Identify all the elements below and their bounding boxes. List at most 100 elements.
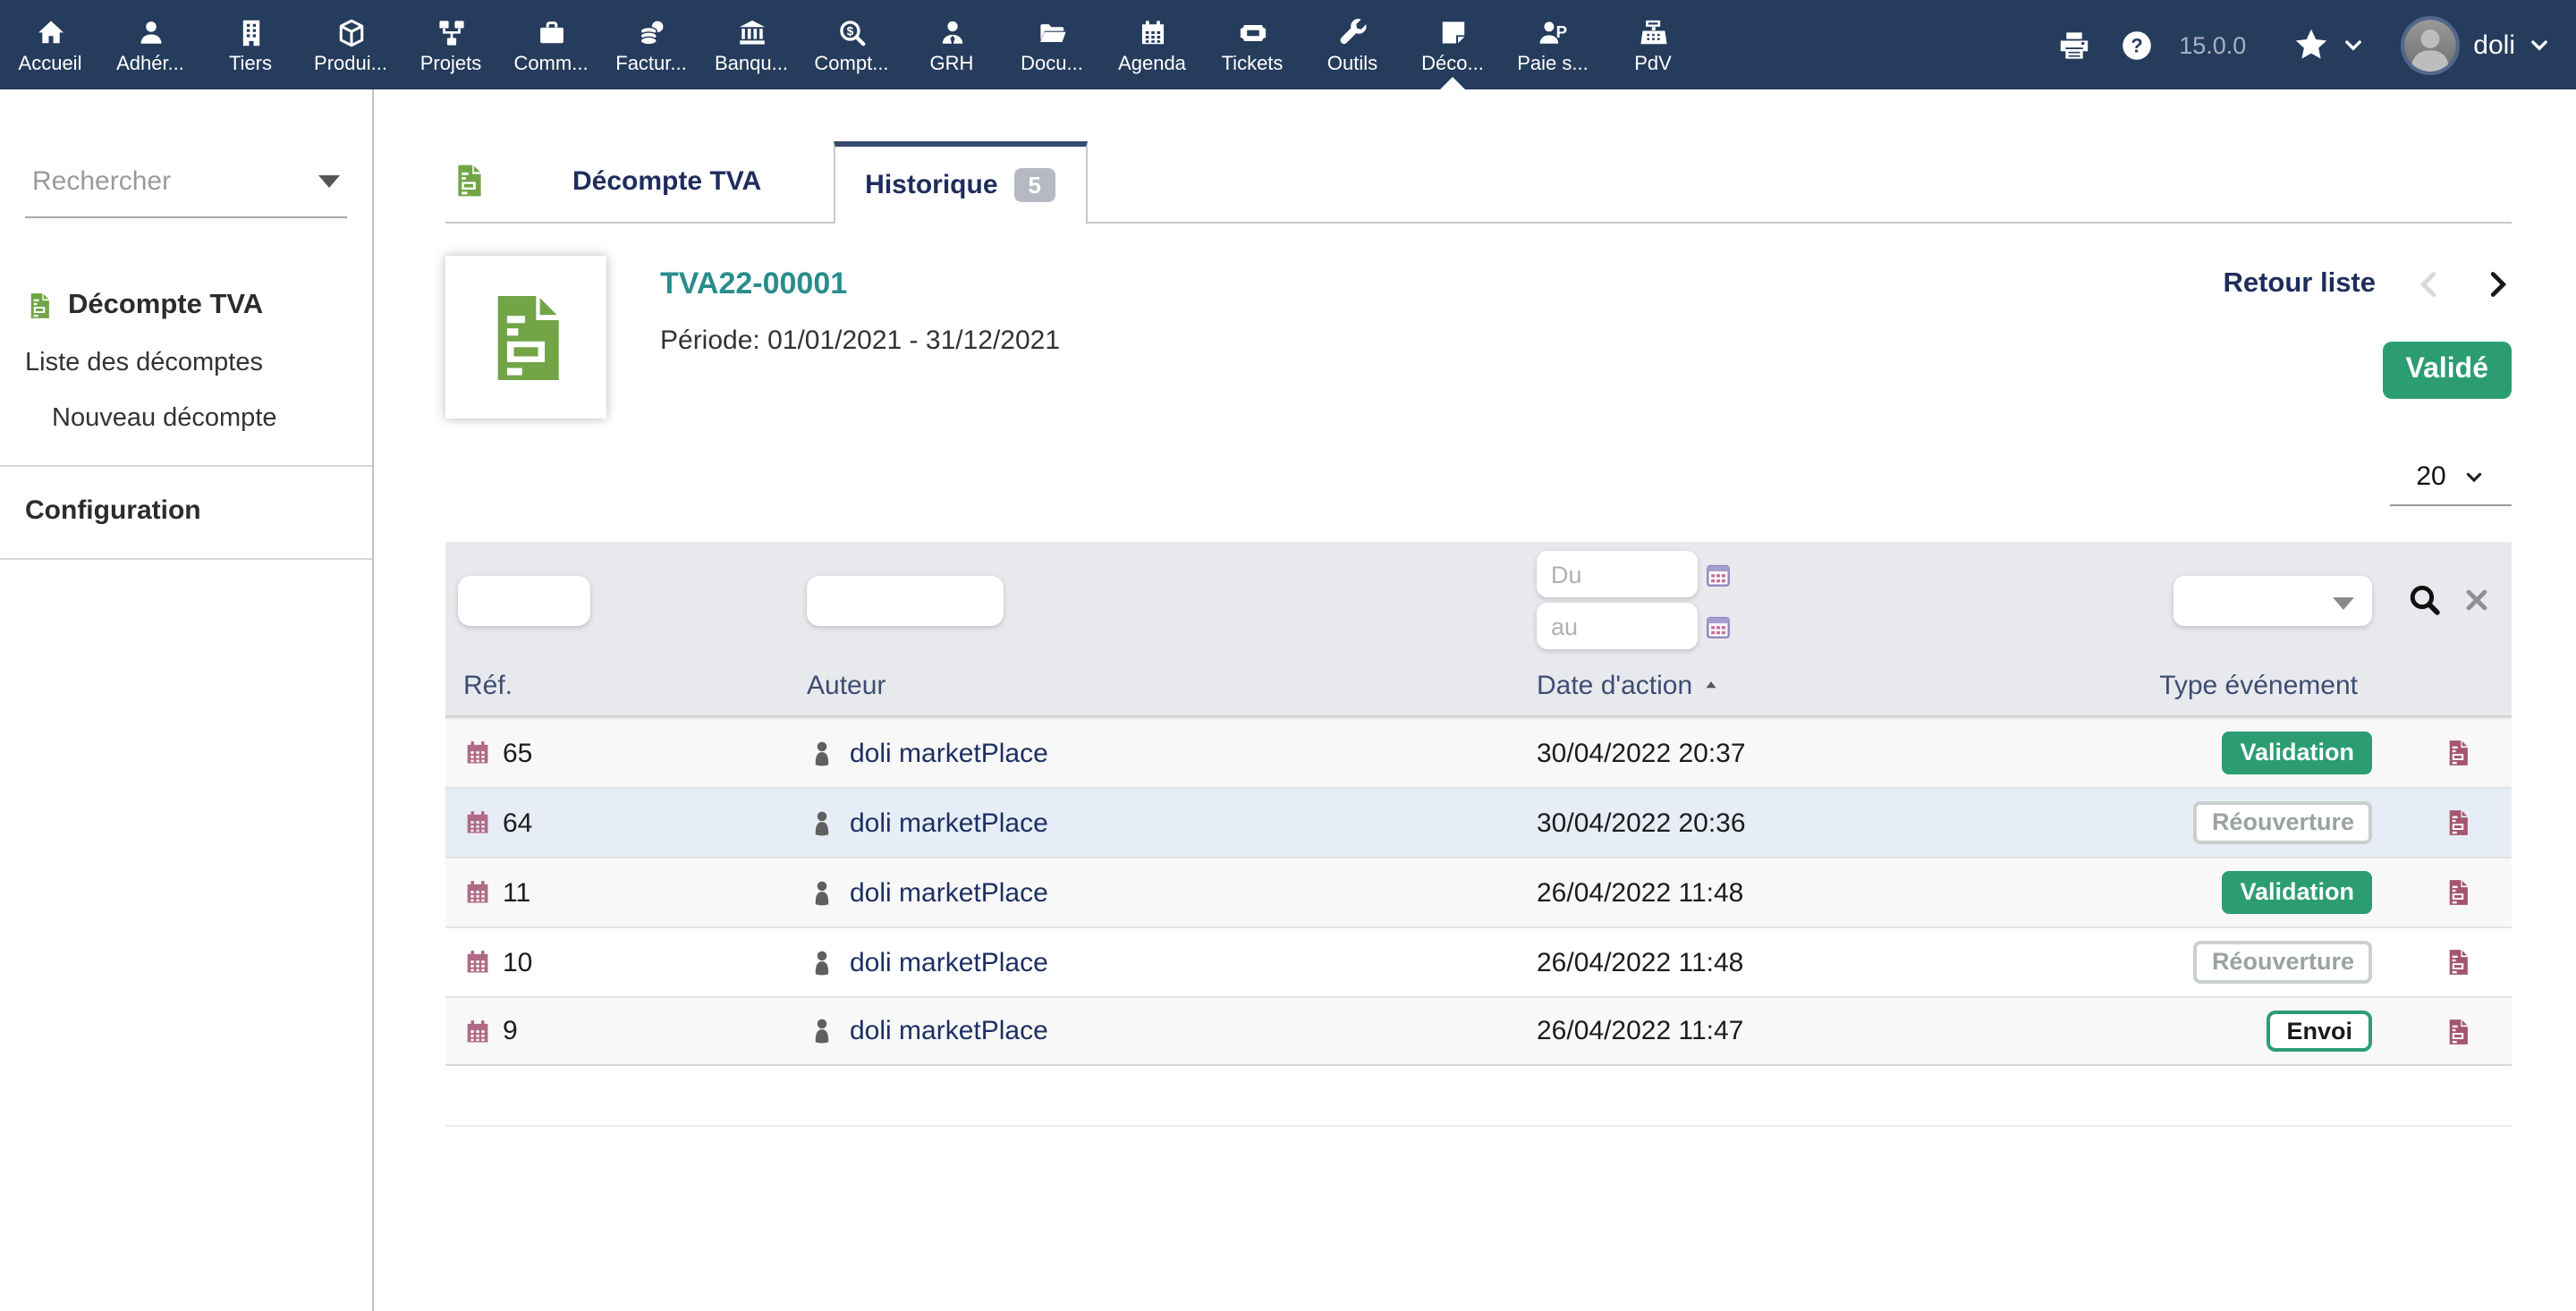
nav-item-label: PdV <box>1634 54 1672 75</box>
object-photo-tile <box>445 256 606 419</box>
nav-item-label: Factur... <box>615 54 687 75</box>
datepicker-to-icon[interactable] <box>1705 613 1732 639</box>
printer-icon[interactable] <box>2057 28 2091 62</box>
doc-cell <box>2404 948 2512 977</box>
nav-item-cube[interactable]: Produi... <box>301 0 401 89</box>
column-header-ref[interactable]: Réf. <box>445 671 800 701</box>
action-date: 30/04/2022 20:36 <box>1537 808 1966 838</box>
tab-historique[interactable]: Historique 5 <box>833 141 1088 224</box>
column-header-auteur[interactable]: Auteur <box>800 671 1537 701</box>
search-input[interactable] <box>29 165 297 199</box>
doc-cell <box>2404 878 2512 907</box>
ref-value: 64 <box>503 808 532 838</box>
nav-item-home[interactable]: Accueil <box>0 0 100 89</box>
nav-item-project[interactable]: Projets <box>401 0 501 89</box>
author-link[interactable]: doli marketPlace <box>850 877 1048 908</box>
nav-item-calendar[interactable]: Agenda <box>1102 0 1202 89</box>
search-dropdown-caret-icon[interactable] <box>318 175 340 188</box>
document-icon[interactable] <box>2444 878 2472 907</box>
action-date: 30/04/2022 20:37 <box>1537 738 1966 768</box>
filter-date-to-input[interactable] <box>1537 603 1698 649</box>
sidebar-item-liste-des-decomptes[interactable]: Liste des décomptes <box>25 349 347 377</box>
sort-asc-icon[interactable] <box>1701 676 1721 696</box>
event-type-badge: Réouverture <box>2194 802 2372 844</box>
filter-author-input[interactable] <box>807 575 1004 625</box>
document-icon[interactable] <box>2444 948 2472 977</box>
nav-item-searchdollar[interactable]: Compt... <box>801 0 902 89</box>
filter-ref-input[interactable] <box>458 575 590 625</box>
author-link[interactable]: doli marketPlace <box>850 738 1048 768</box>
filter-event-type-select[interactable] <box>2174 575 2372 625</box>
help-icon[interactable] <box>2120 28 2154 62</box>
bookmark-chevron-down-icon[interactable] <box>2341 33 2364 56</box>
search-icon[interactable] <box>2408 583 2442 617</box>
nav-item-icon <box>1237 18 1267 48</box>
table-row[interactable]: 65 doli marketPlace 30/04/2022 20:37 Val… <box>445 717 2512 787</box>
history-table: Réf. Auteur Date d'action Type événement… <box>445 542 2512 1066</box>
author-cell: doli marketPlace <box>800 808 1537 838</box>
navbar-right: 15.0.0 doli <box>2057 0 2576 89</box>
nav-item-folder[interactable]: Docu... <box>1002 0 1102 89</box>
ref-value: 11 <box>503 877 530 908</box>
nav-item-member[interactable]: Adhér... <box>100 0 200 89</box>
document-icon[interactable] <box>2444 808 2472 837</box>
back-to-list-link[interactable]: Retour liste <box>2223 268 2376 300</box>
nav-item-register[interactable]: PdV <box>1603 0 1703 89</box>
table-row[interactable]: 10 doli marketPlace 26/04/2022 11:48 Réo… <box>445 926 2512 996</box>
nav-item-label: Agenda <box>1118 54 1186 75</box>
datepicker-from-icon[interactable] <box>1705 561 1732 588</box>
next-record-icon[interactable] <box>2483 270 2512 299</box>
sidebar-item-nouveau-decompte[interactable]: Nouveau décompte <box>25 404 347 433</box>
column-header-type-evenement[interactable]: Type événement <box>1966 671 2404 701</box>
document-icon[interactable] <box>2444 739 2472 767</box>
nav-item-icon <box>936 18 967 48</box>
tab-decompte-tva[interactable]: Décompte TVA <box>519 141 815 222</box>
ref-cell: 9 <box>445 1016 800 1046</box>
filter-date-from-input[interactable] <box>1537 551 1698 597</box>
doc-cell <box>2404 1017 2512 1045</box>
author-cell: doli marketPlace <box>800 738 1537 768</box>
nav-item-note[interactable]: Déco... <box>1402 0 1503 89</box>
nav-item-bank[interactable]: Banqu... <box>701 0 801 89</box>
avatar-image <box>2403 19 2455 71</box>
nav-item-usertie[interactable]: GRH <box>902 0 1002 89</box>
nav-item-icon <box>1437 18 1468 48</box>
tab-bar: Décompte TVA Historique 5 <box>445 140 2512 224</box>
event-type-badge: Validation <box>2222 872 2372 914</box>
nav-item-ticket[interactable]: Tickets <box>1202 0 1302 89</box>
table-body: 65 doli marketPlace 30/04/2022 20:37 Val… <box>445 717 2512 1066</box>
sidebar-section-heading: Décompte TVA <box>25 290 347 322</box>
nav-item-icon <box>736 18 767 48</box>
table-row[interactable]: 9 doli marketPlace 26/04/2022 11:47 Envo… <box>445 996 2512 1066</box>
filter-actions <box>2404 583 2512 617</box>
user-avatar[interactable] <box>2400 15 2459 74</box>
table-row[interactable]: 11 doli marketPlace 26/04/2022 11:48 Val… <box>445 857 2512 926</box>
author-cell: doli marketPlace <box>800 877 1537 908</box>
author-link[interactable]: doli marketPlace <box>850 1016 1048 1046</box>
clear-filters-icon[interactable] <box>2463 587 2490 613</box>
nav-item-briefcase[interactable]: Comm... <box>501 0 601 89</box>
nav-item-coins[interactable]: Factur... <box>601 0 701 89</box>
user-silhouette-icon <box>807 1016 837 1046</box>
nav-item-building[interactable]: Tiers <box>200 0 301 89</box>
sidebar-item-configuration[interactable]: Configuration <box>25 495 347 526</box>
author-link[interactable]: doli marketPlace <box>850 947 1048 977</box>
table-row[interactable]: 64 doli marketPlace 30/04/2022 20:36 Réo… <box>445 787 2512 857</box>
nav-item-userp[interactable]: Paie s... <box>1503 0 1603 89</box>
column-header-date-action[interactable]: Date d'action <box>1537 671 1966 701</box>
bookmark-star-icon[interactable] <box>2292 27 2328 63</box>
object-ref[interactable]: TVA22-00001 <box>660 266 1060 302</box>
left-sidebar: Décompte TVA Liste des décomptes Nouveau… <box>0 89 374 1311</box>
user-silhouette-icon <box>807 877 837 908</box>
document-icon[interactable] <box>2444 1017 2472 1045</box>
page-size-select[interactable]: 20 <box>2390 456 2512 506</box>
nav-item-label: Accueil <box>19 54 82 75</box>
nav-item-icon <box>1037 18 1067 48</box>
ref-cell: 11 <box>445 877 800 908</box>
nav-item-wrench[interactable]: Outils <box>1302 0 1402 89</box>
user-chevron-down-icon[interactable] <box>2528 33 2551 56</box>
author-cell: doli marketPlace <box>800 947 1537 977</box>
author-link[interactable]: doli marketPlace <box>850 808 1048 838</box>
nav-item-label: Projets <box>420 54 482 75</box>
nav-item-label: Tickets <box>1222 54 1284 75</box>
